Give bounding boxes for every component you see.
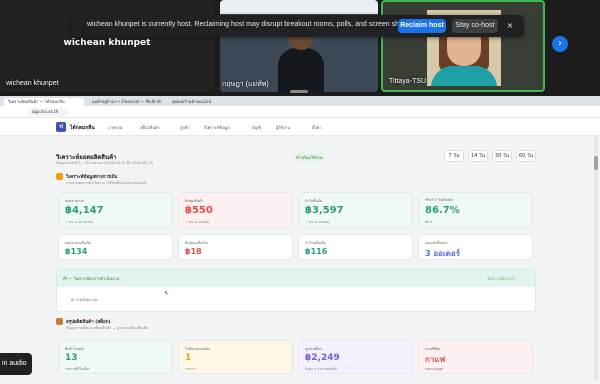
kpi-card-orders: ออเดอร์ทั้งหมด 3 ออเดอร์	[418, 234, 533, 260]
nav-item[interactable]: ผู้ใช้งาน	[276, 124, 290, 131]
chevron-right-icon[interactable]: ›	[552, 36, 568, 52]
kpi-label: ใกล้หมด/รอผลิต	[185, 347, 210, 351]
section-title-stock: สรุปผลิตสินค้า (สต็อก)	[66, 320, 111, 325]
kpi-card-avg-sale: ยอดขายเฉลี่ย/บิล ฿134	[58, 234, 173, 260]
period-60-days[interactable]: 60 วัน	[516, 150, 536, 162]
kpi-value: 13	[65, 353, 78, 363]
stock-card-stock-value: มูลค่าสต็อก ฿2,249 ต้นทุน × จำนวนคงเหลือ	[298, 340, 413, 374]
participant-tile-tittaya[interactable]: Tittaya-TSU	[381, 0, 545, 92]
kpi-value: ฿2,249	[305, 353, 340, 363]
kpi-label: PROFIT MARGIN	[425, 198, 453, 202]
page-subtitle: ข้อมูลช่วงวันที่ 1 – 30 เมษายน (2026-05-…	[56, 161, 154, 165]
kpi-value: ฿4,147	[65, 205, 104, 216]
host-reclaim-banner: wichean khunpet is currently host. Recla…	[72, 15, 524, 37]
shared-screen-browser: วิเคราะห์ผลสินค้า — ได้กลมกลืน แม่ค้าอยู…	[0, 96, 600, 384]
period-30-days[interactable]: 30 วัน	[492, 150, 512, 162]
app-navbar: ฟ ได้กลมกลืน ภาพรวม สต็อกสินค้า ลูกค้า ว…	[0, 118, 600, 136]
nav-item[interactable]: ลูกค้า	[180, 124, 190, 131]
reclaim-host-button[interactable]: Reclaim host	[398, 19, 446, 33]
nav-item[interactable]: บัญชี	[252, 124, 261, 131]
ai-status-badge: AI พร้อมใช้งาน	[292, 153, 327, 162]
browser-tab-strip: วิเคราะห์ผลสินค้า — ได้กลมกลืน แม่ค้าอยู…	[0, 96, 600, 106]
kpi-note: รายการที่มีในสต็อก	[65, 367, 91, 371]
browser-tab[interactable]: สุดยอดร้านค้าออนไลน์	[168, 98, 236, 106]
section-subtitle-finance: ภาพรวมผลการดำเนินงาน เปรียบเทียบกับช่วงก…	[66, 181, 148, 185]
finance-icon	[56, 173, 63, 180]
kpi-label: ขายดีที่สุด	[425, 347, 441, 351]
kpi-value: ฿116	[305, 247, 328, 256]
ai-panel-header: AI — วิเคราะห์ผลการดำเนินงาน วิเคราะห์ด้…	[57, 269, 535, 287]
app-logo: ฟ	[56, 122, 66, 132]
ai-analyze-button[interactable]: วิเคราะห์ด้วย AI	[487, 275, 515, 282]
ai-panel-title: AI — วิเคราะห์ผลการดำเนินงาน	[63, 276, 120, 281]
kpi-note: ต้นทุน × จำนวนคงเหลือ	[305, 367, 337, 371]
kpi-note: รายการ	[185, 367, 196, 371]
participant-label: Tittaya-TSU	[389, 78, 427, 85]
kpi-note: ยอดขายสูงสุด	[425, 367, 444, 371]
kpi-card-cost: ต้นทุนสินค้า ฿550 ↑ 0% vs ช่วงก่อน	[178, 192, 293, 228]
kpi-value: ฿550	[185, 205, 213, 216]
kpi-card-avg-profit: กำไรเฉลี่ย/บิล ฿116	[298, 234, 413, 260]
kpi-card-gross-profit: กำไรขั้นต้น ฿3,597 ↑ 0% vs ช่วงก่อน	[298, 192, 413, 228]
dashboard-content: วิเคราะห์ยอดผลิตสินค้า ข้อมูลช่วงวันที่ …	[56, 136, 538, 384]
stock-card-in-stock: สินค้าในคลัง 13 รายการที่มีในสต็อก	[58, 340, 173, 374]
kpi-note: ดีมาก	[425, 220, 433, 224]
mouse-cursor-icon: ↖	[164, 290, 170, 297]
kpi-value: 86.7%	[425, 205, 460, 216]
participant-name-large: wichean khunpet	[63, 38, 151, 48]
participant-label: wichean khunpet	[6, 80, 59, 87]
scrollbar-thumb[interactable]	[594, 156, 598, 170]
browser-tab[interactable]: วิเคราะห์ผลสินค้า — ได้กลมกลืน	[4, 98, 84, 106]
kpi-value: ฿18	[185, 247, 202, 256]
stock-card-low-stock: ใกล้หมด/รอผลิต 1 รายการ	[178, 340, 293, 374]
nav-item[interactable]: ตั้งค่า	[312, 124, 321, 131]
kpi-note: ↑ 0% vs 30 วันก่อน	[65, 220, 93, 224]
browser-tab[interactable]: แม่ค้าอยู่บ้านฯ • Financial — Multi-ch	[88, 98, 164, 106]
kpi-card-revenue: ยอดขายรวม ฿4,147 ↑ 0% vs 30 วันก่อน	[58, 192, 173, 228]
kpi-value: 3 ออเดอร์	[425, 249, 460, 258]
kpi-card-profit-margin: PROFIT MARGIN 86.7% ดีมาก	[418, 192, 533, 228]
page-scrollbar[interactable]	[594, 136, 598, 380]
participant-label: กฤษฎา (แม่ทัพ)	[222, 81, 269, 88]
period-14-days[interactable]: 14 วัน	[468, 150, 488, 162]
ai-panel-body: AI กำลังวิเคราะห์...	[71, 298, 101, 302]
kpi-value: 1	[185, 353, 192, 363]
kpi-note: ↑ 0% vs ช่วงก่อน	[305, 220, 330, 224]
kpi-label: ยอดขายรวม	[65, 199, 84, 203]
url-field[interactable]: app.tsu.ac.th	[28, 108, 68, 116]
ai-analysis-panel: AI — วิเคราะห์ผลการดำเนินงาน วิเคราะห์ด้…	[56, 268, 536, 312]
shared-slide-thumbnail	[220, 0, 378, 14]
kpi-label: กำไรเฉลี่ย/บิล	[305, 241, 327, 245]
kpi-label: กำไรขั้นต้น	[305, 199, 323, 203]
banner-message: wichean khunpet is currently host. Recla…	[87, 21, 410, 28]
gallery-pager-indicator	[290, 90, 308, 93]
stock-card-best-seller: ขายดีที่สุด กาแฟ ยอดขายสูงสุด	[418, 340, 533, 374]
period-7-days[interactable]: 7 วัน	[444, 150, 464, 162]
kpi-label: ต้นทุนสินค้า	[185, 199, 204, 203]
kpi-label: มูลค่าสต็อก	[305, 347, 323, 351]
participant-tile-wichean[interactable]: wichean khunpet wichean khunpet	[0, 0, 214, 92]
stay-cohost-button[interactable]: Stay co-host	[452, 19, 498, 33]
kpi-value: ฿134	[65, 247, 88, 256]
section-subtitle-stock: ข้อมูลการผลิตและสต็อกสินค้า — ดูรายละเอี…	[66, 326, 149, 330]
kpi-value: ฿3,597	[305, 205, 344, 216]
address-bar: app.tsu.ac.th	[0, 106, 600, 118]
kpi-card-avg-cost: ต้นทุนเฉลี่ย/บิล ฿18	[178, 234, 293, 260]
participant-tile-krisada[interactable]: กฤษฎา (แม่ทัพ)	[220, 0, 378, 92]
kpi-note: ↑ 0% vs ช่วงก่อน	[185, 220, 210, 224]
app-name: ได้กลมกลืน	[70, 125, 95, 131]
kpi-label: ยอดขายเฉลี่ย/บิล	[65, 241, 92, 245]
nav-item[interactable]: วิเคราะห์ข้อมูล	[204, 124, 230, 131]
kpi-label: ต้นทุนเฉลี่ย/บิล	[185, 241, 208, 245]
kpi-label: ออเดอร์ทั้งหมด	[425, 241, 448, 245]
stock-icon	[56, 318, 63, 325]
kpi-value: กาแฟ	[425, 355, 446, 364]
section-title-finance: วิเคราะห์ข้อมูลทางการเงิน	[66, 175, 118, 180]
join-audio-button[interactable]: in audio	[0, 353, 32, 375]
kpi-label: สินค้าในคลัง	[65, 347, 85, 351]
nav-item[interactable]: ภาพรวม	[108, 124, 123, 131]
nav-item[interactable]: สต็อกสินค้า	[140, 124, 160, 131]
close-icon[interactable]: ×	[504, 19, 516, 33]
